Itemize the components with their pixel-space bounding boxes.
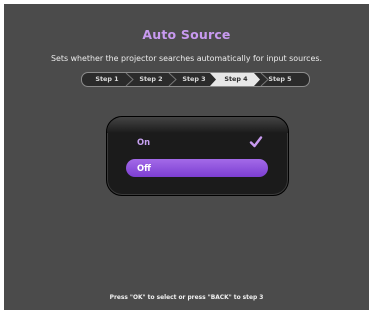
step-5: Step 5: [268, 75, 292, 83]
option-on-label: On: [137, 137, 151, 147]
page-title: Auto Source: [142, 27, 231, 42]
option-off-selected[interactable]: Off: [126, 159, 268, 177]
step-4-current: Step 4: [224, 75, 248, 83]
step-1: Step 1: [95, 75, 119, 83]
footer-hint: Press "OK" to select or press "BACK" to …: [109, 295, 264, 301]
panel-gloss: [107, 117, 288, 133]
step-2: Step 2: [139, 75, 163, 83]
page-description: Sets whether the projector searches auto…: [51, 54, 322, 63]
option-off-label: Off: [137, 163, 151, 173]
checkmark-icon: [249, 136, 263, 148]
step-3: Step 3: [182, 75, 206, 83]
option-panel: [106, 116, 289, 196]
step-progress-bar: Step 1 Step 2 Step 3 Step 4 Step 5: [81, 72, 310, 87]
